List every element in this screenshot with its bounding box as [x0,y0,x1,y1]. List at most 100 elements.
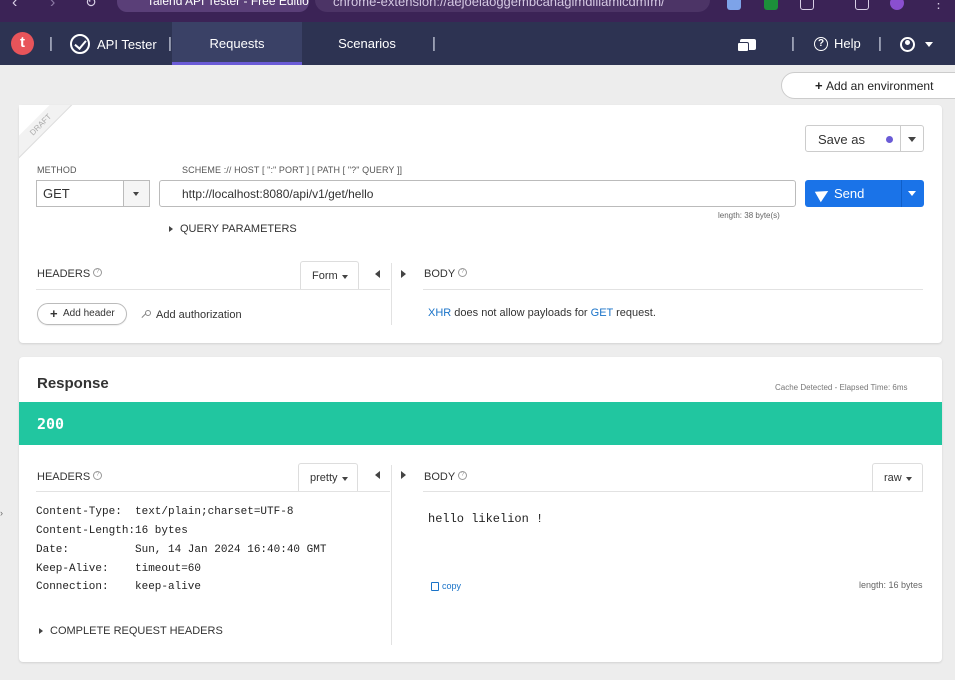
query-parameters-label: QUERY PARAMETERS [180,223,297,235]
menu-icon[interactable]: ⋮ [932,0,945,12]
extensions-icon[interactable] [800,0,814,10]
header-key: Content-Type: [36,506,122,518]
add-header-button[interactable]: + Add header [37,303,127,325]
help-button[interactable]: ? Help [814,36,861,51]
add-authorization-link[interactable]: Add authorization [156,309,242,321]
info-icon[interactable]: ? [458,268,468,277]
response-headers-mode-select[interactable]: pretty [298,463,358,491]
sidebar-icon[interactable] [855,0,869,10]
caret-right-icon [39,628,43,634]
help-icon: ? [814,36,828,51]
back-icon[interactable]: ‹ [12,0,17,12]
header-key: Date: [36,544,70,556]
scheme-label: SCHEME :// HOST [ ":" PORT ] [ PATH [ "?… [182,165,403,175]
tab-scenarios[interactable]: Scenarios [302,22,432,65]
reload-icon[interactable]: ↻ [85,0,97,11]
info-icon[interactable]: ? [458,471,468,480]
header-key: Keep-Alive: [36,563,109,575]
body-length: length: 16 bytes [859,580,923,590]
query-parameters-toggle[interactable]: QUERY PARAMETERS [169,223,297,235]
talend-logo[interactable]: t [11,32,34,55]
help-label: Help [834,36,861,51]
header-value: timeout=60 [135,563,202,575]
app-navbar: t | API Tester | Requests Scenarios | | … [0,22,955,65]
chat-icon[interactable] [737,39,756,52]
response-title: Response [37,375,109,392]
url-length: length: 38 byte(s) [718,211,780,220]
user-menu[interactable] [900,37,933,52]
paper-plane-icon [814,185,832,203]
save-as-button[interactable]: Save as [805,125,924,152]
extension-icon[interactable] [764,0,778,10]
response-panel: Response Cache Detected - Elapsed Time: … [19,357,942,662]
caret-right-icon [169,226,173,232]
add-header-label: Add header [63,308,115,319]
info-icon[interactable]: ? [93,268,103,277]
draft-ribbon: DRAFT [19,105,74,160]
nav-separator: | [878,35,882,52]
headers-mode-select[interactable]: Form [300,261,359,289]
draft-label: DRAFT [19,105,74,159]
tab-requests[interactable]: Requests [172,22,302,65]
collapse-left-icon[interactable] [375,270,380,278]
profile-icon[interactable] [890,0,904,10]
url-input[interactable] [159,180,796,207]
status-code: 200 [37,415,65,433]
add-environment-label: Add an environment [826,79,934,93]
method-value: GET [43,186,70,201]
nav-separator: | [432,35,436,52]
elapsed-time: Cache Detected - Elapsed Time: 6ms [775,383,908,392]
unsaved-dot [886,136,893,143]
save-as-label: Save as [818,132,865,147]
browser-toolbar: ‹ › ↻ Talend API Tester - Free Edition c… [0,0,955,22]
send-button[interactable]: Send [805,180,924,207]
api-tester-brand[interactable]: API Tester [70,34,157,54]
app-name: API Tester [97,36,157,52]
headers-title: HEADERS? [37,268,103,280]
collapse-left-icon[interactable] [375,471,380,479]
chevron-down-icon [925,42,933,47]
method-dropdown-button[interactable] [123,181,149,206]
check-circle-icon [70,34,90,54]
nav-separator: | [791,35,795,52]
copy-icon [431,581,439,591]
send-dropdown-icon[interactable] [908,191,916,196]
header-value: keep-alive [135,581,202,593]
response-body-mode-select[interactable]: raw [872,463,923,491]
address-bar[interactable]: chrome-extension://aejoelaoggembcahagimd… [315,0,710,12]
body-title: BODY? [424,268,468,280]
plus-icon: + [50,306,58,321]
response-headers-title: HEADERS? [37,471,103,483]
response-body-text: hello likelion ! [428,512,544,526]
expand-right-icon[interactable] [401,471,406,479]
copy-button[interactable]: copy [431,581,461,591]
body-note: XHR does not allow payloads for GET requ… [428,307,656,319]
request-panel: DRAFT Save as METHOD SCHEME :// HOST [ "… [19,105,942,343]
method-select[interactable]: GET [36,180,150,207]
user-icon [900,37,915,52]
status-bar: 200 [19,402,942,445]
info-icon[interactable]: ? [93,471,103,480]
header-key: Connection: [36,581,109,593]
side-panel-expand-icon[interactable]: › [0,508,3,518]
send-label: Send [834,186,865,201]
complete-request-headers-label: COMPLETE REQUEST HEADERS [50,625,223,637]
header-key: Content-Length: [36,525,136,537]
chevron-down-icon [342,275,348,279]
get-link[interactable]: GET [591,307,613,319]
chevron-down-icon [133,192,139,196]
expand-right-icon[interactable] [401,270,406,278]
complete-request-headers-toggle[interactable]: COMPLETE REQUEST HEADERS [39,625,223,637]
add-environment-button[interactable]: + Add an environment [781,72,955,99]
header-value: Sun, 14 Jan 2024 16:40:40 GMT [135,544,327,556]
method-label: METHOD [37,165,77,175]
extension-icon[interactable] [727,0,741,10]
chevron-down-icon [342,477,348,481]
header-value: text/plain;charset=UTF-8 [135,506,294,518]
response-body-title: BODY? [424,471,468,483]
forward-icon[interactable]: › [50,0,55,12]
xhr-link[interactable]: XHR [428,307,451,319]
save-as-dropdown-icon[interactable] [908,137,916,142]
browser-tab[interactable]: Talend API Tester - Free Edition [117,0,309,12]
plus-icon: + [815,78,823,93]
